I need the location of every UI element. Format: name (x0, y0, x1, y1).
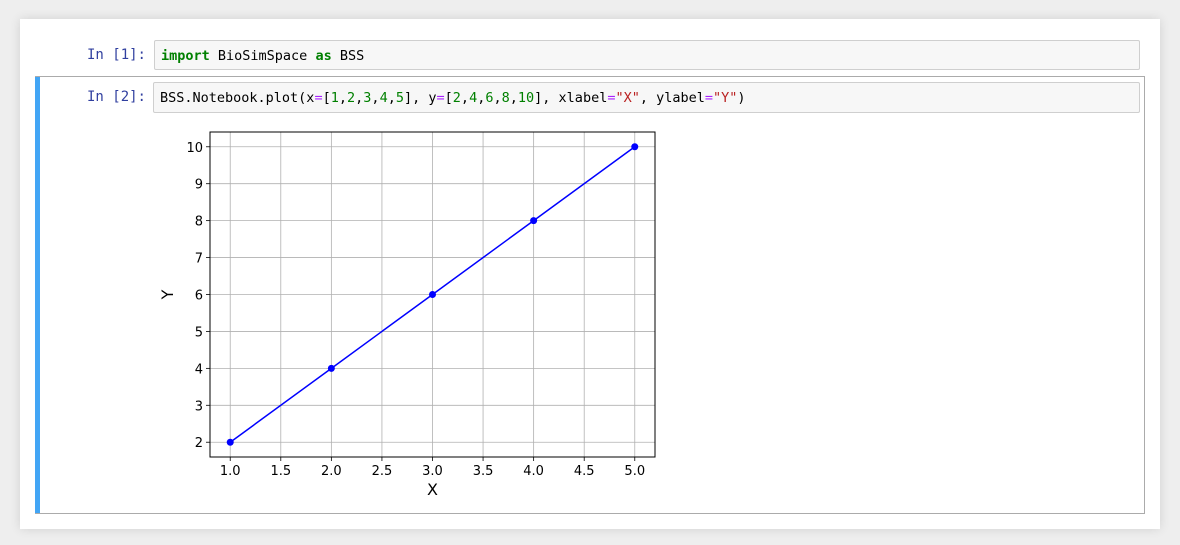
code-token: 8 (501, 90, 510, 106)
x-tick-label: 2.0 (321, 464, 342, 479)
code-token: 5 (395, 90, 404, 106)
x-tick-label: 3.0 (422, 464, 443, 479)
y-tick-label: 7 (195, 252, 203, 267)
code-token: ) (737, 90, 746, 106)
selected-cell-indicator (35, 77, 40, 513)
code-cell-1[interactable]: In [1]: import BioSimSpace as BSS (36, 40, 1144, 72)
x-tick-label: 1.5 (270, 464, 291, 479)
code-token: "X" (615, 90, 640, 106)
input-prompt: In [1]: (86, 47, 146, 63)
y-tick-label: 3 (195, 399, 203, 414)
code-token: 1 (330, 90, 339, 106)
x-tick-label: 5.0 (624, 464, 645, 479)
y-tick-label: 5 (195, 325, 203, 340)
code-token: , (493, 90, 502, 106)
code-token: , (509, 90, 518, 106)
y-axis-label: Y (158, 289, 177, 300)
code-token: ], xlabel (534, 90, 608, 106)
code-token: BioSimSpace (209, 48, 316, 64)
code-editor[interactable]: BSS.Notebook.plot(x=[1,2,3,4,5], y=[2,4,… (153, 82, 1140, 113)
code-token: = (704, 90, 714, 106)
code-token: , (387, 90, 396, 106)
notebook-container: In [1]: import BioSimSpace as BSS In [2]… (20, 19, 1160, 529)
data-point (631, 143, 639, 151)
input-prompt: In [2]: (86, 89, 146, 105)
x-tick-label: 2.5 (372, 464, 393, 479)
y-tick-label: 8 (195, 215, 203, 230)
code-editor[interactable]: import BioSimSpace as BSS (154, 40, 1140, 70)
code-token: , (371, 90, 380, 106)
code-token: 10 (517, 90, 535, 106)
code-token: [ (322, 90, 331, 106)
cell-output: 1.0 1.5 2.0 2.5 3.0 3.5 4.0 4.5 5.0 2 3 4 5 6 7 8 9 10 X Y (153, 122, 663, 502)
code-token: "Y" (713, 90, 738, 106)
code-token: 4 (379, 90, 388, 106)
code-token: , (460, 90, 470, 106)
data-point (226, 438, 234, 446)
code-token: 4 (469, 90, 478, 106)
code-token: = (436, 90, 445, 106)
data-point (530, 217, 538, 225)
code-token: [ (444, 90, 453, 106)
code-token: import (161, 48, 210, 64)
y-tick-label: 9 (195, 178, 203, 193)
code-token: as (315, 48, 332, 64)
code-cell-2[interactable]: In [2]: BSS.Notebook.plot(x=[1,2,3,4,5],… (35, 76, 1145, 514)
x-axis-label: X (427, 480, 438, 499)
code-token: 2 (452, 90, 461, 106)
y-tick-label: 2 (195, 436, 203, 451)
code-token: BSS.Notebook.plot(x (160, 90, 315, 106)
line-chart: 1.0 1.5 2.0 2.5 3.0 3.5 4.0 4.5 5.0 2 3 4 5 6 7 8 9 10 X Y (158, 131, 656, 499)
y-tick-label: 10 (186, 141, 203, 156)
code-token: , ylabel (639, 90, 705, 106)
y-tick-label: 6 (195, 289, 203, 304)
code-token: , (338, 90, 347, 106)
code-token: BSS (331, 48, 365, 64)
x-tick-label: 4.0 (523, 464, 544, 479)
x-tick-label: 4.5 (574, 464, 595, 479)
code-token: = (314, 90, 323, 106)
y-tick-label: 4 (195, 362, 203, 377)
x-tick-label: 1.0 (220, 464, 241, 479)
data-point (429, 291, 436, 298)
code-token: ], y (403, 90, 437, 106)
x-tick-label: 3.5 (473, 464, 494, 479)
code-token: 2 (347, 90, 356, 106)
data-point (327, 364, 335, 372)
